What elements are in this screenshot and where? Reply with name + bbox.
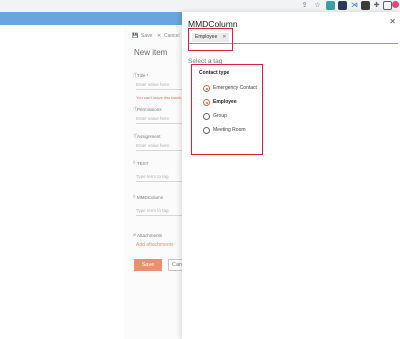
extension-icon[interactable] xyxy=(338,1,347,10)
field-label: MMDColumn xyxy=(137,195,164,200)
annotation-box-selected-tag xyxy=(188,28,233,51)
tag-icon: ◊ xyxy=(133,194,136,200)
avatar[interactable] xyxy=(392,1,399,8)
close-icon[interactable]: ✕ xyxy=(157,33,161,39)
assignment-input[interactable]: Enter value here xyxy=(136,141,182,151)
annotation-box-term-group xyxy=(191,64,263,155)
tag-picker-panel: MMDColumn ✕ Employee ✕ Select a tag Conta… xyxy=(182,12,400,339)
field-label: TEST xyxy=(137,161,149,166)
add-attachments-link[interactable]: Add attachments xyxy=(136,242,174,248)
cancel-command[interactable]: Cancel xyxy=(164,33,180,39)
save-command-icon[interactable]: 💾 xyxy=(132,33,138,39)
star-icon[interactable]: ☆ xyxy=(313,1,322,10)
puzzle-icon[interactable]: ✚ xyxy=(372,1,381,10)
field-label: Assignment xyxy=(137,134,161,139)
form-title: New item xyxy=(134,48,168,57)
attachments-label: Attachments xyxy=(137,233,163,238)
mmdcolumn-tag-input[interactable]: Type term to tag xyxy=(136,206,182,216)
share-icon[interactable]: ⇪ xyxy=(300,1,309,10)
tag-icon: ◊ xyxy=(133,160,136,166)
extension-icon[interactable] xyxy=(361,1,370,10)
attachment-icon: ⌀ xyxy=(133,232,137,238)
error-message: You can't leave this blank. xyxy=(136,95,182,100)
new-item-form: 💾 Save ✕ Cancel New item Ⓣ Title * Enter… xyxy=(124,25,182,339)
extension-icon[interactable] xyxy=(326,1,335,10)
save-button[interactable]: Save xyxy=(134,259,162,271)
field-label: Title * xyxy=(137,73,149,78)
test-tag-input[interactable]: Type term to tag xyxy=(136,172,182,182)
save-command[interactable]: Save xyxy=(141,33,152,39)
title-input[interactable]: Enter value here xyxy=(136,80,182,90)
permissions-input[interactable]: Enter value here xyxy=(136,114,182,124)
close-icon[interactable]: ✕ xyxy=(389,17,396,26)
cancel-button[interactable]: Cancel xyxy=(168,259,182,271)
sidebar-icon[interactable] xyxy=(383,1,392,10)
browser-toolbar: ⇪ ☆ ⋊ ✚ xyxy=(0,0,400,12)
field-label: Permissions xyxy=(137,107,162,112)
extension-icon[interactable]: ⋊ xyxy=(350,1,359,10)
